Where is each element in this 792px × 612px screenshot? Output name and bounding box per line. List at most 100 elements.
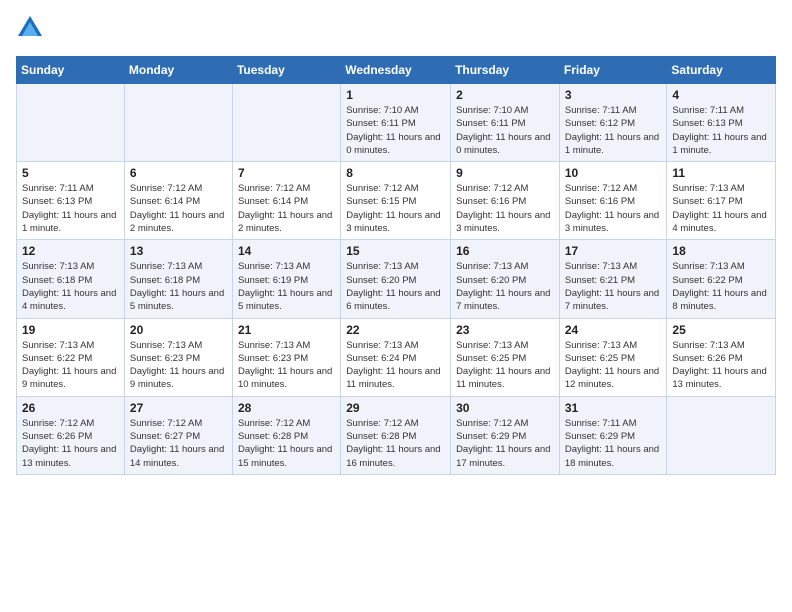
calendar-cell: 22 Sunrise: 7:13 AMSunset: 6:24 PMDayligh… bbox=[341, 318, 451, 396]
day-info: Sunrise: 7:13 AMSunset: 6:20 PMDaylight:… bbox=[346, 260, 445, 313]
week-row-2: 5Sunrise: 7:11 AMSunset: 6:13 PMDaylight… bbox=[17, 162, 776, 240]
calendar-cell: 5Sunrise: 7:11 AMSunset: 6:13 PMDaylight… bbox=[17, 162, 125, 240]
day-info: Sunrise: 7:13 AMSunset: 6:19 PMDaylight:… bbox=[238, 260, 335, 313]
day-number: 10 bbox=[565, 166, 662, 180]
day-number: 11 bbox=[672, 166, 770, 180]
week-row-3: 12 Sunrise: 7:13 AMSunset: 6:18 PMDayligh… bbox=[17, 240, 776, 318]
day-number: 15 bbox=[346, 244, 445, 258]
weekday-header-saturday: Saturday bbox=[667, 57, 776, 84]
day-number: 2 bbox=[456, 88, 554, 102]
day-info: Sunrise: 7:13 AMSunset: 6:24 PMDaylight:… bbox=[346, 339, 445, 392]
day-info: Sunrise: 7:12 AMSunset: 6:28 PMDaylight:… bbox=[346, 417, 445, 470]
calendar-cell: 26 Sunrise: 7:12 AMSunset: 6:26 PMDayligh… bbox=[17, 396, 125, 474]
day-number: 6 bbox=[130, 166, 227, 180]
calendar-cell: 15 Sunrise: 7:13 AMSunset: 6:20 PMDayligh… bbox=[341, 240, 451, 318]
calendar-cell: 30 Sunrise: 7:12 AMSunset: 6:29 PMDayligh… bbox=[451, 396, 560, 474]
calendar-table: SundayMondayTuesdayWednesdayThursdayFrid… bbox=[16, 56, 776, 475]
day-info: Sunrise: 7:12 AMSunset: 6:15 PMDaylight:… bbox=[346, 182, 445, 235]
day-info: Sunrise: 7:13 AMSunset: 6:26 PMDaylight:… bbox=[672, 339, 770, 392]
day-number: 13 bbox=[130, 244, 227, 258]
day-info: Sunrise: 7:13 AMSunset: 6:25 PMDaylight:… bbox=[565, 339, 662, 392]
calendar-cell: 18 Sunrise: 7:13 AMSunset: 6:22 PMDayligh… bbox=[667, 240, 776, 318]
day-number: 23 bbox=[456, 323, 554, 337]
day-number: 24 bbox=[565, 323, 662, 337]
day-info: Sunrise: 7:12 AMSunset: 6:29 PMDaylight:… bbox=[456, 417, 554, 470]
day-info: Sunrise: 7:12 AMSunset: 6:26 PMDaylight:… bbox=[22, 417, 119, 470]
calendar-cell bbox=[124, 84, 232, 162]
day-number: 31 bbox=[565, 401, 662, 415]
calendar-cell: 31 Sunrise: 7:11 AMSunset: 6:29 PMDayligh… bbox=[559, 396, 667, 474]
logo-icon bbox=[16, 14, 44, 42]
day-number: 12 bbox=[22, 244, 119, 258]
weekday-header-sunday: Sunday bbox=[17, 57, 125, 84]
day-number: 17 bbox=[565, 244, 662, 258]
calendar-cell: 2 Sunrise: 7:10 AMSunset: 6:11 PMDaylight… bbox=[451, 84, 560, 162]
day-number: 29 bbox=[346, 401, 445, 415]
day-number: 20 bbox=[130, 323, 227, 337]
calendar-cell: 10 Sunrise: 7:12 AMSunset: 6:16 PMDayligh… bbox=[559, 162, 667, 240]
calendar-cell: 28 Sunrise: 7:12 AMSunset: 6:28 PMDayligh… bbox=[232, 396, 340, 474]
day-info: Sunrise: 7:12 AMSunset: 6:27 PMDaylight:… bbox=[130, 417, 227, 470]
day-number: 28 bbox=[238, 401, 335, 415]
day-number: 5 bbox=[22, 166, 119, 180]
weekday-header-monday: Monday bbox=[124, 57, 232, 84]
weekday-header-thursday: Thursday bbox=[451, 57, 560, 84]
calendar-cell: 12Sunrise: 7:13 AMSunset: 6:18 PMDayligh… bbox=[17, 240, 125, 318]
day-info: Sunrise: 7:10 AMSunset: 6:11 PMDaylight:… bbox=[456, 104, 554, 157]
day-number: 30 bbox=[456, 401, 554, 415]
day-number: 18 bbox=[672, 244, 770, 258]
calendar-cell: 16Sunrise: 7:13 AMSunset: 6:20 PMDayligh… bbox=[451, 240, 560, 318]
day-number: 27 bbox=[130, 401, 227, 415]
day-number: 26 bbox=[22, 401, 119, 415]
day-info: Sunrise: 7:13 AMSunset: 6:23 PMDaylight:… bbox=[130, 339, 227, 392]
calendar-cell: 21 Sunrise: 7:13 AMSunset: 6:23 PMDayligh… bbox=[232, 318, 340, 396]
calendar-cell: 14 Sunrise: 7:13 AMSunset: 6:19 PMDayligh… bbox=[232, 240, 340, 318]
calendar-cell: 24 Sunrise: 7:13 AMSunset: 6:25 PMDayligh… bbox=[559, 318, 667, 396]
day-info: Sunrise: 7:13 AMSunset: 6:20 PMDaylight:… bbox=[456, 260, 554, 313]
day-number: 3 bbox=[565, 88, 662, 102]
day-number: 19 bbox=[22, 323, 119, 337]
calendar-cell bbox=[232, 84, 340, 162]
calendar-cell: 29 Sunrise: 7:12 AMSunset: 6:28 PMDayligh… bbox=[341, 396, 451, 474]
day-info: Sunrise: 7:13 AMSunset: 6:22 PMDaylight:… bbox=[22, 339, 119, 392]
calendar-cell: 23Sunrise: 7:13 AMSunset: 6:25 PMDayligh… bbox=[451, 318, 560, 396]
day-info: Sunrise: 7:10 AMSunset: 6:11 PMDaylight:… bbox=[346, 104, 445, 157]
calendar-cell: 9 Sunrise: 7:12 AMSunset: 6:16 PMDaylight… bbox=[451, 162, 560, 240]
day-number: 22 bbox=[346, 323, 445, 337]
day-number: 4 bbox=[672, 88, 770, 102]
day-info: Sunrise: 7:13 AMSunset: 6:23 PMDaylight:… bbox=[238, 339, 335, 392]
calendar-cell: 3 Sunrise: 7:11 AMSunset: 6:12 PMDaylight… bbox=[559, 84, 667, 162]
day-number: 25 bbox=[672, 323, 770, 337]
day-info: Sunrise: 7:11 AMSunset: 6:13 PMDaylight:… bbox=[672, 104, 770, 157]
weekday-header-friday: Friday bbox=[559, 57, 667, 84]
day-number: 9 bbox=[456, 166, 554, 180]
calendar-cell: 11 Sunrise: 7:13 AMSunset: 6:17 PMDayligh… bbox=[667, 162, 776, 240]
day-info: Sunrise: 7:13 AMSunset: 6:17 PMDaylight:… bbox=[672, 182, 770, 235]
day-info: Sunrise: 7:12 AMSunset: 6:28 PMDaylight:… bbox=[238, 417, 335, 470]
day-number: 21 bbox=[238, 323, 335, 337]
day-info: Sunrise: 7:12 AMSunset: 6:16 PMDaylight:… bbox=[565, 182, 662, 235]
day-info: Sunrise: 7:13 AMSunset: 6:18 PMDaylight:… bbox=[130, 260, 227, 313]
weekday-header-wednesday: Wednesday bbox=[341, 57, 451, 84]
calendar-cell bbox=[17, 84, 125, 162]
page-header bbox=[16, 16, 776, 44]
day-info: Sunrise: 7:13 AMSunset: 6:21 PMDaylight:… bbox=[565, 260, 662, 313]
calendar-cell: 13 Sunrise: 7:13 AMSunset: 6:18 PMDayligh… bbox=[124, 240, 232, 318]
day-info: Sunrise: 7:13 AMSunset: 6:22 PMDaylight:… bbox=[672, 260, 770, 313]
calendar-cell: 20 Sunrise: 7:13 AMSunset: 6:23 PMDayligh… bbox=[124, 318, 232, 396]
calendar-cell: 25 Sunrise: 7:13 AMSunset: 6:26 PMDayligh… bbox=[667, 318, 776, 396]
day-number: 14 bbox=[238, 244, 335, 258]
day-info: Sunrise: 7:12 AMSunset: 6:14 PMDaylight:… bbox=[130, 182, 227, 235]
logo bbox=[16, 16, 48, 44]
calendar-cell: 27 Sunrise: 7:12 AMSunset: 6:27 PMDayligh… bbox=[124, 396, 232, 474]
day-number: 7 bbox=[238, 166, 335, 180]
week-row-5: 26 Sunrise: 7:12 AMSunset: 6:26 PMDayligh… bbox=[17, 396, 776, 474]
day-number: 8 bbox=[346, 166, 445, 180]
calendar-cell: 8 Sunrise: 7:12 AMSunset: 6:15 PMDaylight… bbox=[341, 162, 451, 240]
day-info: Sunrise: 7:12 AMSunset: 6:16 PMDaylight:… bbox=[456, 182, 554, 235]
calendar-cell: 17 Sunrise: 7:13 AMSunset: 6:21 PMDayligh… bbox=[559, 240, 667, 318]
calendar-cell: 7Sunrise: 7:12 AMSunset: 6:14 PMDaylight… bbox=[232, 162, 340, 240]
day-info: Sunrise: 7:11 AMSunset: 6:12 PMDaylight:… bbox=[565, 104, 662, 157]
calendar-cell: 1Sunrise: 7:10 AMSunset: 6:11 PMDaylight… bbox=[341, 84, 451, 162]
day-info: Sunrise: 7:11 AMSunset: 6:29 PMDaylight:… bbox=[565, 417, 662, 470]
